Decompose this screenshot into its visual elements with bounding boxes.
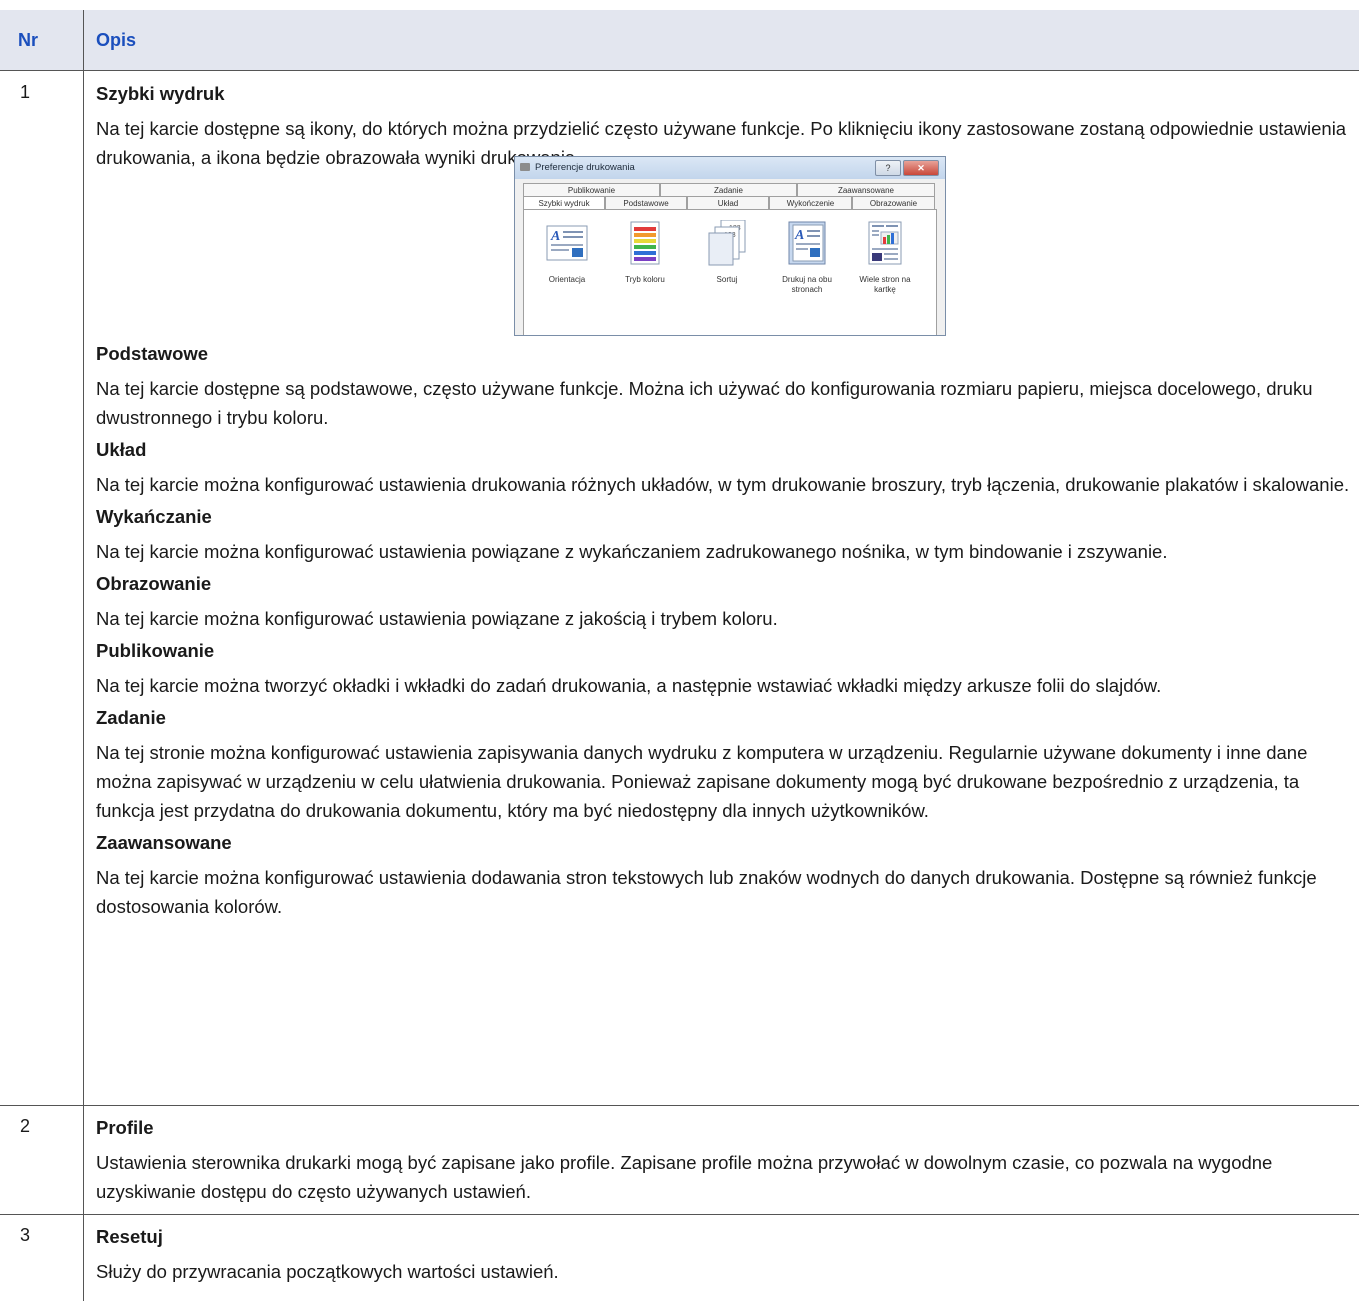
section-title: Profile <box>96 1117 154 1138</box>
section-title: Zadanie <box>96 707 166 728</box>
tab-basic[interactable]: Podstawowe <box>605 196 687 209</box>
dialog-title: Preferencje drukowania <box>535 162 635 173</box>
svg-text:A: A <box>550 229 560 244</box>
table-header: Nr Opis <box>0 10 1359 70</box>
column-divider <box>83 1215 84 1301</box>
row-divider <box>0 1105 1359 1106</box>
tab-quick-print[interactable]: Szybki wydruk <box>523 196 605 209</box>
quick-print-item[interactable]: Wiele stron na kartkę <box>852 220 918 295</box>
row-number: 2 <box>20 1116 31 1136</box>
section-text: Na tej karcie można konfigurować ustawie… <box>96 608 778 629</box>
help-button[interactable]: ? <box>875 160 901 176</box>
tab-job[interactable]: Zadanie <box>660 183 797 196</box>
dialog-title-bar: Preferencje drukowania ? ✕ <box>515 157 945 179</box>
column-header-number: Nr <box>18 30 39 50</box>
quick-print-item-label: Drukuj na obu stronach <box>782 275 832 294</box>
tab-publishing[interactable]: Publikowanie <box>523 183 660 196</box>
quick-print-item[interactable]: A Drukuj na obu stronach <box>774 220 840 295</box>
row-divider <box>0 1214 1359 1215</box>
close-button[interactable]: ✕ <box>903 160 939 176</box>
tab-layout[interactable]: Układ <box>687 196 769 209</box>
quick-print-item[interactable]: A Orientacja <box>534 220 600 285</box>
section-title: Podstawowe <box>96 343 209 364</box>
section-text: Na tej stronie można konfigurować ustawi… <box>96 742 1308 821</box>
section-text: Ustawienia sterownika drukarki mogą być … <box>96 1152 1273 1202</box>
section-text: Na tej karcie można tworzyć okładki i wk… <box>96 675 1162 696</box>
quick-print-item[interactable]: 123 123 Sortuj <box>694 219 760 285</box>
row-number: 1 <box>20 82 31 102</box>
row-2-content: Profile Ustawienia sterownika drukarki m… <box>96 1116 1352 1206</box>
quick-print-item-label: Tryb koloru <box>625 275 665 284</box>
tab-finishing[interactable]: Wykończenie <box>769 196 852 209</box>
quick-print-item-label: Orientacja <box>548 275 586 284</box>
section-title: Szybki wydruk <box>96 83 225 104</box>
section-text: Na tej karcie dostępne są podstawowe, cz… <box>96 378 1313 428</box>
quick-print-item-label: Wiele stron na kartkę <box>859 275 911 294</box>
column-divider <box>83 1106 84 1214</box>
section-text: Na tej karcie można konfigurować ustawie… <box>96 541 1168 562</box>
printer-icon <box>520 163 530 171</box>
section-finishing: Wykańczanie Na tej karcie można konfigur… <box>96 505 1352 566</box>
row-1-content-continued: Podstawowe Na tej karcie dostępne są pod… <box>96 342 1352 927</box>
tab-row-back: Publikowanie Zadanie Zaawansowane <box>523 183 935 196</box>
duplex-icon: A <box>785 220 829 266</box>
section-basic: Podstawowe Na tej karcie dostępne są pod… <box>96 342 1352 432</box>
section-text: Na tej karcie można konfigurować ustawie… <box>96 474 1350 495</box>
tab-row-front: Szybki wydruk Podstawowe Układ Wykończen… <box>523 196 935 209</box>
tab-advanced[interactable]: Zaawansowane <box>797 183 935 196</box>
collate-icon: 123 123 <box>705 219 749 266</box>
header-divider <box>0 70 1359 71</box>
multiple-pages-icon <box>863 220 907 266</box>
tab-imaging[interactable]: Obrazowanie <box>852 196 935 209</box>
section-text: Służy do przywracania początkowych warto… <box>96 1261 559 1282</box>
section-title: Obrazowanie <box>96 573 212 594</box>
section-title: Zaawansowane <box>96 832 232 853</box>
section-title: Wykańczanie <box>96 506 212 527</box>
column-header-description: Opis <box>96 30 137 50</box>
section-imaging: Obrazowanie Na tej karcie można konfigur… <box>96 572 1352 633</box>
quick-print-panel: A Orientacja Tryb koloru Sortuj A Drukuj… <box>523 209 937 335</box>
row-3-content: Resetuj Służy do przywracania początkowy… <box>96 1225 1352 1286</box>
section-text: Na tej karcie można konfigurować ustawie… <box>96 867 1317 917</box>
section-advanced: Zaawansowane Na tej karcie można konfigu… <box>96 831 1352 921</box>
column-divider <box>83 10 84 1106</box>
section-title: Układ <box>96 439 147 460</box>
orientation-icon: A <box>545 220 589 266</box>
section-publishing: Publikowanie Na tej karcie można tworzyć… <box>96 639 1352 700</box>
section-layout: Układ Na tej karcie można konfigurować u… <box>96 438 1352 499</box>
color-mode-icon <box>623 220 667 266</box>
printing-preferences-dialog-screenshot: Preferencje drukowania ? ✕ Publikowanie … <box>514 156 946 336</box>
quick-print-item[interactable]: Tryb koloru <box>612 220 678 285</box>
quick-print-item-label: Sortuj <box>716 275 738 284</box>
section-title: Resetuj <box>96 1226 163 1247</box>
section-title: Publikowanie <box>96 640 215 661</box>
svg-text:A: A <box>794 228 804 243</box>
row-number: 3 <box>20 1225 31 1245</box>
section-job: Zadanie Na tej stronie można konfigurowa… <box>96 706 1352 825</box>
